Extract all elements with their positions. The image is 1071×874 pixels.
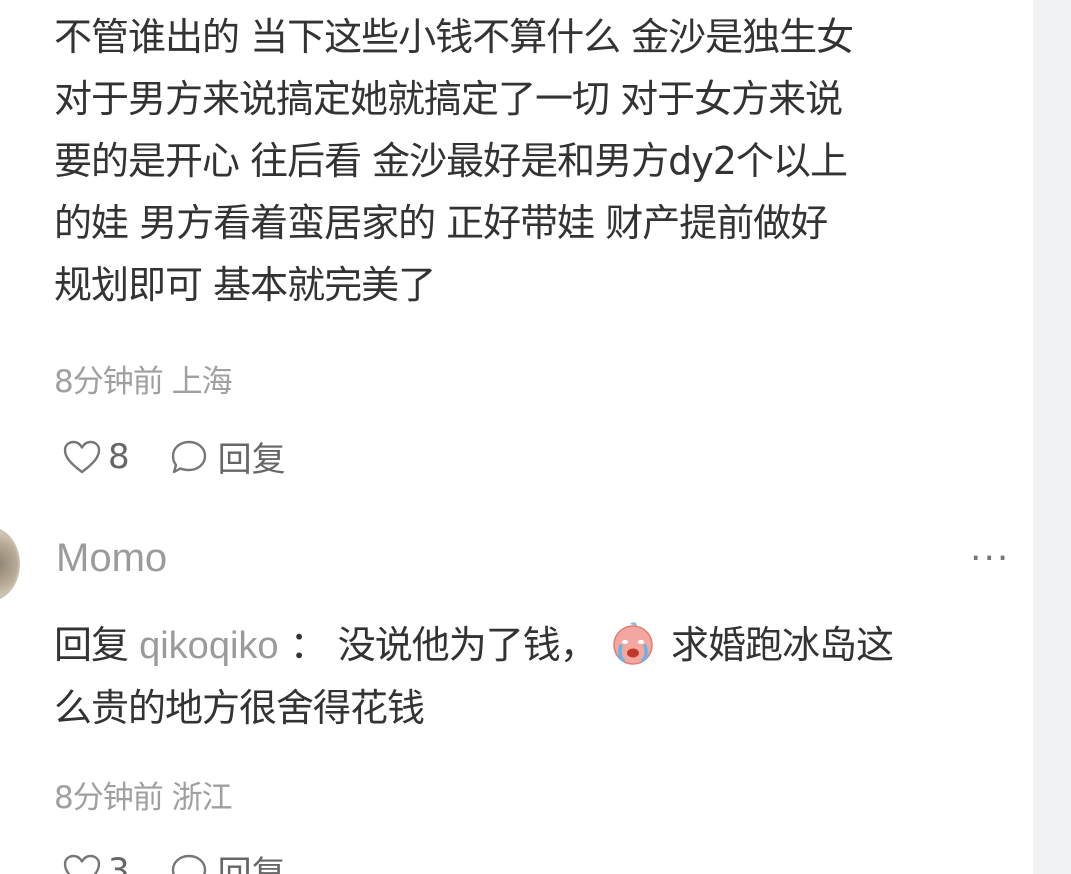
crying-face-emoji: [610, 620, 656, 666]
heart-outline-icon: [62, 439, 102, 475]
comment-body: 回复 qikoqiko ： 没说他为了钱， 求婚跑冰岛这 么贵的地方很舍得花钱: [54, 614, 1029, 739]
comment-line: 要的是开心 往后看 金沙最好是和男方dy2个以上: [54, 139, 848, 183]
reply-prefix: 回复: [54, 623, 129, 667]
reply-button[interactable]: 回复: [170, 432, 286, 481]
comment-line: 的娃 男方看着蛮居家的 正好带娃 财产提前做好: [54, 201, 828, 245]
comment-actions: 3 回复: [62, 846, 286, 874]
speech-bubble-icon: [170, 852, 208, 874]
comment-line: 么贵的地方很舍得花钱: [54, 686, 425, 730]
more-options-button[interactable]: ···: [970, 538, 1010, 579]
comment-list: 不管谁出的 当下这些小钱不算什么 金沙是独生女 对于男方来说搞定她就搞定了一切 …: [0, 0, 1033, 874]
colon: ：: [289, 623, 328, 667]
reply-label: 回复: [217, 854, 286, 874]
comment-actions: 8 回复: [62, 432, 286, 481]
comment-line: 回复 qikoqiko ： 没说他为了钱， 求婚跑冰岛这: [54, 614, 1029, 677]
comment-text-part: 没说他为了钱，: [337, 623, 598, 667]
like-button[interactable]: 8: [62, 437, 130, 477]
comment-line: 规划即可 基本就完美了: [54, 263, 436, 307]
page: 不管谁出的 当下这些小钱不算什么 金沙是独生女 对于男方来说搞定她就搞定了一切 …: [0, 0, 1071, 874]
reply-label: 回复: [217, 440, 286, 480]
reply-button[interactable]: 回复: [170, 846, 286, 874]
like-count: 8: [108, 436, 130, 477]
comment-line: 对于男方来说搞定她就搞定了一切 对于女方来说: [54, 77, 843, 121]
like-count: 3: [108, 850, 130, 874]
comment-body: 不管谁出的 当下这些小钱不算什么 金沙是独生女 对于男方来说搞定她就搞定了一切 …: [54, 6, 1029, 316]
comment-meta: 8分钟前 浙江: [54, 780, 233, 816]
comment-line: 不管谁出的 当下这些小钱不算什么 金沙是独生女: [54, 15, 854, 59]
comment-text-part: 求婚跑冰岛这: [670, 623, 894, 667]
mention-link[interactable]: qikoqiko: [139, 625, 278, 667]
like-button[interactable]: 3: [62, 851, 130, 874]
speech-bubble-icon: [170, 438, 208, 476]
scrollbar-track[interactable]: [1033, 0, 1071, 874]
comment-author[interactable]: Momo: [56, 536, 167, 581]
comment-meta: 8分钟前 上海: [54, 364, 233, 400]
user-avatar[interactable]: [0, 527, 20, 601]
heart-outline-icon: [62, 853, 102, 874]
